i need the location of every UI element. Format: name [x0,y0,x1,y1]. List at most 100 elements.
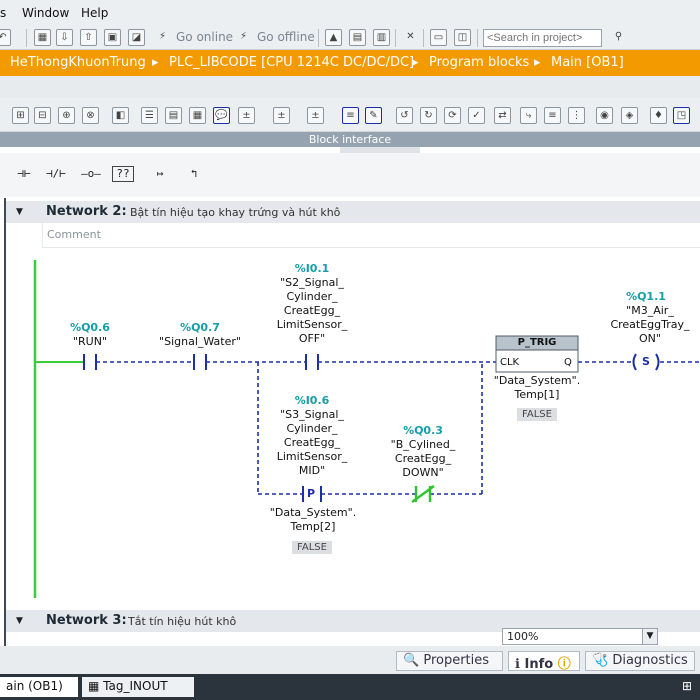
p-trig-operand[interactable]: "Data_System". Temp[1] [482,374,592,402]
call-hierarchy-icon[interactable]: ⤷ [520,107,537,124]
cross-reference-icon[interactable]: ▤ [349,29,366,46]
monitoring-icon[interactable]: ⊕ [58,107,75,124]
tab-diagnostics[interactable]: 🩺 Diagnostics [585,651,695,671]
editor-taskbar: ain (OB1) ▦ Tag_INOUT ⊞ [0,674,700,700]
dependency-icon[interactable]: ⋮ [568,107,585,124]
compile-icon[interactable]: ▦ [34,29,51,46]
chevron-down-icon[interactable]: ▼ [642,629,657,644]
diagnostics-icon: 🩺 [592,653,609,668]
close-icon[interactable]: ✕ [402,29,419,46]
block-interface-bar[interactable]: Block interface [0,132,700,147]
b-cylined-tag[interactable]: "B_Cylined_ CreatEgg_ DOWN" [380,438,466,480]
chevron-right-icon: ▸ [152,55,159,70]
contact-b-cylined-down[interactable] [411,485,435,503]
normally-closed-contact-icon[interactable]: ⊣/⊢ [42,163,70,185]
coil-address: %Q1.1 [626,290,666,303]
search-in-project-input[interactable] [483,29,602,47]
compare-icon[interactable]: ⇄ [494,107,511,124]
download-icon[interactable]: ⇩ [56,29,73,46]
favorites-icon[interactable]: ≡ [342,107,359,124]
menu-item-help[interactable]: Help [81,6,108,20]
s2-tag[interactable]: "S2_Signal_ Cylinder_ CreatEgg_ LimitSen… [266,276,358,346]
empty-box-icon[interactable]: ?? [112,166,134,182]
breadcrumb-main-ob1[interactable]: Main [OB1] [551,55,624,70]
monitor-all-icon[interactable]: ◳ [673,107,690,124]
assignment-list-icon[interactable]: ≡ [544,107,561,124]
menu-item-window[interactable]: Window [22,6,69,20]
go-online-icon[interactable]: ⚡ [154,29,171,46]
collapse-network-icon[interactable]: ▼ [16,616,23,626]
undo-icon[interactable]: ↶ [0,29,11,46]
p-edge-letter: P [306,487,316,500]
reset-start-values-icon[interactable]: ⊗ [82,107,99,124]
snapshot-icon[interactable]: ◉ [596,107,613,124]
task-tag-inout[interactable]: ▦ Tag_INOUT [82,677,194,697]
breadcrumb-project[interactable]: HeThongKhuonTrung [10,55,146,70]
run-tag[interactable]: "RUN" [54,335,126,349]
warning-icon: ⓘ [557,657,571,672]
go-to-previous-error-icon[interactable]: ↺ [396,107,413,124]
open-branch-icon[interactable]: ↦ [146,163,174,185]
coil-tag[interactable]: "M3_Air_ CreatEggTray_ ON" [602,304,698,346]
breadcrumb-program-blocks[interactable]: Program blocks [429,55,529,70]
menu-item-file[interactable]: s [0,6,6,20]
split-vertical-icon[interactable]: ◫ [454,29,471,46]
tab-info[interactable]: ℹ Info ⓘ [508,651,580,672]
go-to-next-error-icon[interactable]: ↻ [420,107,437,124]
p-edge-operand[interactable]: "Data_System". Temp[2] [258,506,368,534]
symbolic-operand-icon[interactable]: ± [273,107,290,124]
task-main-ob1[interactable]: ain (OB1) [0,677,78,697]
absolute-operand-icon[interactable]: ± [238,107,255,124]
stop-simulation-icon[interactable]: ◪ [128,29,145,46]
contact-signal-water[interactable] [193,354,207,370]
contact-s2-limit-off[interactable] [305,354,319,370]
p-edge-value-badge: FALSE [292,541,332,554]
close-networks-icon[interactable]: ▦ [189,107,206,124]
split-editor-icon[interactable]: ▥ [373,29,390,46]
separator [477,29,478,47]
search-project-icon[interactable]: ⚲ [610,29,627,46]
split-horizontal-icon[interactable]: ▭ [430,29,447,46]
editor-header-strip [0,76,700,98]
contact-run[interactable] [83,354,97,370]
close-branch-icon[interactable]: ↰ [180,163,208,185]
breadcrumb-device[interactable]: PLC_LIBCODE [CPU 1214C DC/DC/DC] [169,55,414,70]
accessible-devices-icon[interactable]: ▲ [325,29,342,46]
tag-table-icon: ▦ [88,679,100,693]
breakpoint-icon[interactable]: ◧ [112,107,129,124]
unpin-icon[interactable]: ♦ [650,107,667,124]
edit-favorites-icon[interactable]: ✎ [365,107,382,124]
insert-network-icon[interactable]: ⊞ [12,107,29,124]
load-snapshot-icon[interactable]: ◈ [621,107,638,124]
open-networks-icon[interactable]: ▤ [165,107,182,124]
consistency-check-icon[interactable]: ✓ [468,107,485,124]
chevron-right-icon: ▸ [412,55,419,70]
menu-bar: s Window Help [0,0,700,26]
separator [26,29,27,47]
normally-open-contact-icon[interactable]: ⊣⊢ [10,163,38,185]
s3-tag[interactable]: "S3_Signal_ Cylinder_ CreatEgg_ LimitSen… [266,408,358,478]
editor-toolbar: ⊞ ⊟ ⊕ ⊗ ◧ ☰ ▤ ▦ 💬 ± ± ± ≡ ✎ ↺ ↻ ⟳ ✓ ⇄ ⤷ … [0,98,700,132]
upload-icon[interactable]: ⇧ [80,29,97,46]
breadcrumb: HeThongKhuonTrung ▸ PLC_LIBCODE [CPU 121… [0,50,700,76]
network-comments-icon[interactable]: 💬 [213,107,230,124]
go-offline-icon[interactable]: ⚡ [235,29,252,46]
delete-network-icon[interactable]: ⊟ [34,107,51,124]
start-simulation-icon[interactable]: ▣ [104,29,121,46]
network-3-title[interactable]: Tắt tín hiệu hút khô [128,615,236,628]
go-online-button[interactable]: Go online [176,30,233,44]
portal-view-icon[interactable]: ⊞ [676,677,698,697]
tab-properties[interactable]: 🔍 Properties [396,651,503,671]
go-offline-button[interactable]: Go offline [257,30,315,44]
update-calls-icon[interactable]: ⟳ [444,107,461,124]
coil-icon[interactable]: –o– [77,163,105,185]
operand-display-icon[interactable]: ± [307,107,324,124]
signal-water-address: %Q0.7 [180,321,220,334]
run-address: %Q0.6 [70,321,110,334]
separator [423,29,424,47]
properties-icon: 🔍 [403,653,420,668]
zoom-select[interactable]: 100% [502,628,658,645]
signal-water-tag[interactable]: "Signal_Water" [152,335,248,349]
chevron-right-icon: ▸ [534,55,541,70]
network-overview-icon[interactable]: ☰ [141,107,158,124]
